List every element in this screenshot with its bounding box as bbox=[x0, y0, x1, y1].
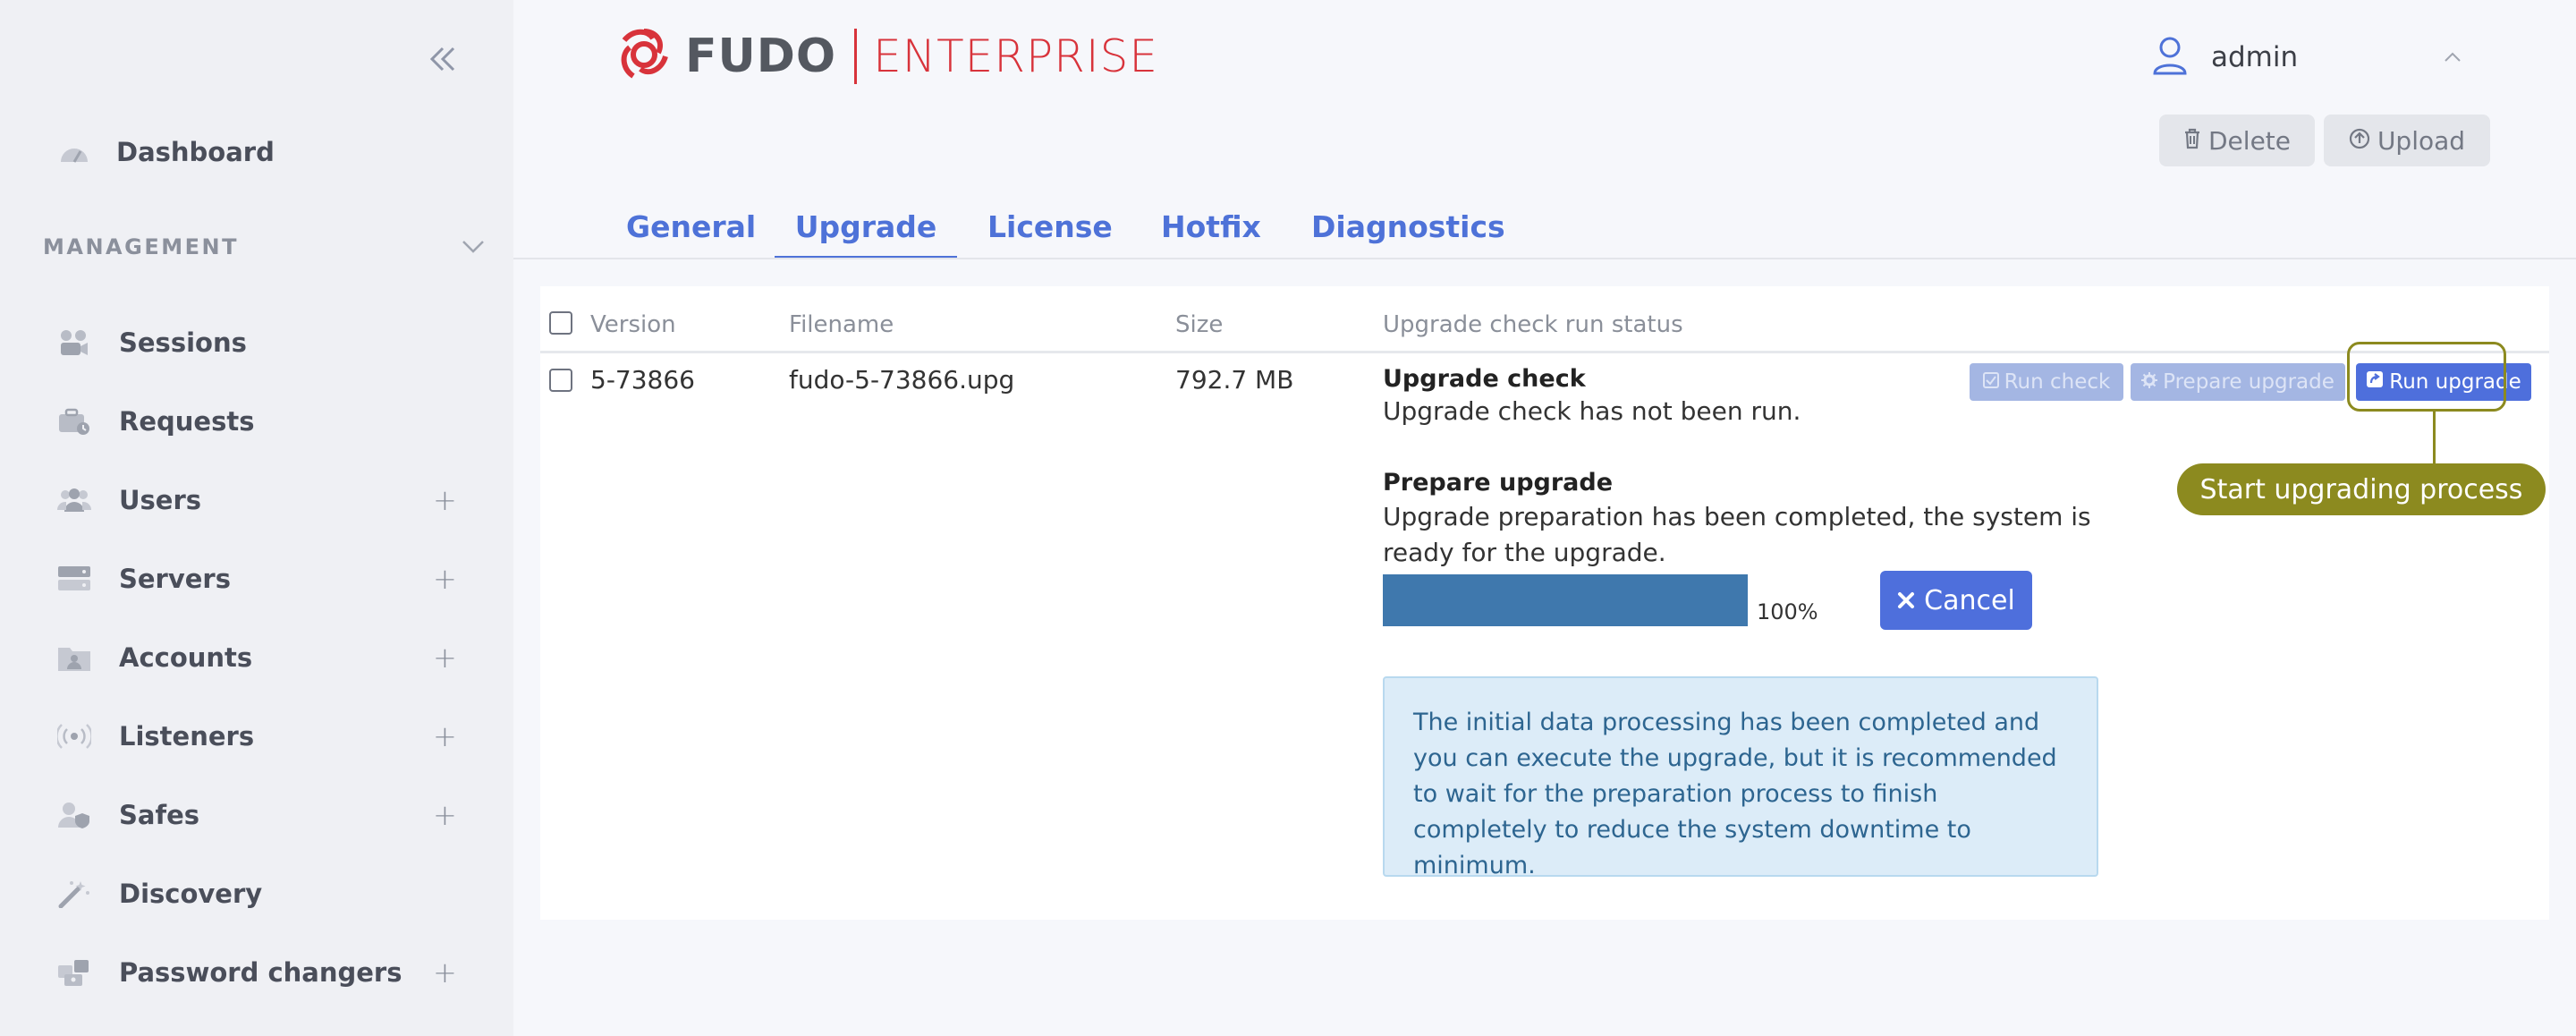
tab-diagnostics[interactable]: Diagnostics bbox=[1311, 199, 1505, 259]
sidebar-item-label: Requests bbox=[119, 406, 255, 437]
delete-label: Delete bbox=[2208, 125, 2291, 156]
sidebar-item-label: Servers bbox=[119, 564, 231, 594]
tab-license[interactable]: License bbox=[987, 199, 1113, 259]
sidebar-item-password-changers[interactable]: Password changers + bbox=[0, 940, 513, 1005]
row-version: 5-73866 bbox=[590, 365, 695, 395]
prepare-upgrade-label: Prepare upgrade bbox=[2163, 370, 2334, 394]
chevron-up-icon bbox=[2442, 47, 2463, 72]
sidebar-item-label: Password changers bbox=[119, 957, 402, 988]
sidebar-item-servers[interactable]: Servers + bbox=[0, 547, 513, 611]
close-icon bbox=[1897, 585, 1915, 616]
sidebar-item-label: Dashboard bbox=[116, 137, 275, 167]
sidebar-item-users[interactable]: Users + bbox=[0, 468, 513, 532]
sidebar-section-management[interactable]: MANAGEMENT bbox=[43, 231, 490, 263]
add-user-button[interactable]: + bbox=[433, 483, 457, 517]
sidebar-item-dashboard[interactable]: Dashboard bbox=[0, 120, 513, 184]
callout-label: Start upgrading process bbox=[2177, 463, 2546, 515]
upgrade-check-status: Upgrade check has not been run. bbox=[1383, 396, 1801, 426]
cancel-label: Cancel bbox=[1924, 584, 2015, 616]
sidebar-item-discovery[interactable]: Discovery bbox=[0, 862, 513, 926]
servers-icon bbox=[57, 564, 91, 594]
prepare-upgrade-status-line1: Upgrade preparation has been completed, … bbox=[1383, 502, 2091, 531]
brand-name: FUDO bbox=[685, 30, 837, 83]
prepare-upgrade-button[interactable]: Prepare upgrade bbox=[2131, 363, 2345, 401]
password-changers-icon bbox=[57, 957, 91, 988]
trash-icon bbox=[2183, 126, 2201, 156]
discovery-icon bbox=[57, 879, 91, 909]
safes-icon bbox=[57, 800, 91, 830]
brand-divider bbox=[854, 29, 858, 84]
check-square-icon bbox=[1982, 370, 1999, 394]
upload-button[interactable]: Upload bbox=[2324, 115, 2490, 166]
row-filename: fudo-5-73866.upg bbox=[789, 365, 1015, 395]
add-password-changer-button[interactable]: + bbox=[433, 955, 457, 989]
requests-icon bbox=[57, 406, 91, 437]
delete-button[interactable]: Delete bbox=[2159, 115, 2315, 166]
user-icon bbox=[2152, 36, 2188, 79]
column-header-version: Version bbox=[590, 311, 676, 338]
column-header-status: Upgrade check run status bbox=[1383, 311, 1683, 338]
sidebar-item-label: Sessions bbox=[119, 327, 247, 358]
user-name: admin bbox=[2211, 41, 2299, 73]
cancel-button[interactable]: Cancel bbox=[1880, 571, 2032, 630]
add-account-button[interactable]: + bbox=[433, 641, 457, 675]
sidebar-item-requests[interactable]: Requests bbox=[0, 389, 513, 454]
user-menu[interactable]: admin bbox=[2152, 32, 2461, 82]
tab-hotfix[interactable]: Hotfix bbox=[1161, 199, 1261, 259]
sidebar-item-sessions[interactable]: Sessions bbox=[0, 310, 513, 375]
column-header-size: Size bbox=[1175, 311, 1224, 338]
sidebar-item-safes[interactable]: Safes + bbox=[0, 783, 513, 847]
tab-divider bbox=[513, 258, 2576, 259]
prepare-progress-label: 100% bbox=[1757, 599, 1818, 624]
upload-icon bbox=[2349, 126, 2370, 156]
accounts-icon bbox=[57, 642, 91, 673]
sidebar-item-accounts[interactable]: Accounts + bbox=[0, 625, 513, 690]
sidebar-item-label: Listeners bbox=[119, 721, 255, 752]
upgrade-check-title: Upgrade check bbox=[1383, 365, 1586, 393]
column-header-filename: Filename bbox=[789, 311, 894, 338]
row-size: 792.7 MB bbox=[1175, 365, 1294, 395]
prepare-progress-bar bbox=[1383, 574, 1748, 626]
sidebar: Dashboard MANAGEMENT Sessions Requests U… bbox=[0, 0, 513, 1036]
upload-label: Upload bbox=[2377, 125, 2466, 156]
sidebar-item-listeners[interactable]: Listeners + bbox=[0, 704, 513, 769]
add-listener-button[interactable]: + bbox=[433, 719, 457, 753]
upgrade-panel: Version Filename Size Upgrade check run … bbox=[540, 286, 2549, 920]
callout-connector bbox=[2433, 412, 2436, 463]
add-server-button[interactable]: + bbox=[433, 562, 457, 596]
fudo-logo-icon bbox=[615, 26, 673, 87]
prepare-progress-fill bbox=[1383, 574, 1748, 626]
table-header-divider bbox=[540, 351, 2549, 353]
row-checkbox[interactable] bbox=[549, 369, 572, 392]
select-all-checkbox[interactable] bbox=[549, 311, 572, 335]
brand-logo[interactable]: FUDO ENTERPRISE bbox=[615, 27, 1158, 86]
prepare-upgrade-status-line2: ready for the upgrade. bbox=[1383, 538, 1666, 567]
prepare-upgrade-title: Prepare upgrade bbox=[1383, 469, 1614, 497]
sessions-icon bbox=[57, 327, 91, 358]
dashboard-icon bbox=[57, 137, 91, 167]
sidebar-item-label: Discovery bbox=[119, 879, 263, 909]
info-alert: The initial data processing has been com… bbox=[1383, 676, 2098, 879]
section-label: MANAGEMENT bbox=[43, 234, 239, 259]
users-icon bbox=[57, 485, 91, 515]
run-check-button[interactable]: Run check bbox=[1970, 363, 2123, 401]
listeners-icon bbox=[57, 721, 91, 752]
chevron-down-icon bbox=[460, 233, 487, 263]
collapse-sidebar-icon[interactable] bbox=[422, 43, 463, 84]
tab-general[interactable]: General bbox=[626, 199, 756, 259]
sidebar-item-label: Safes bbox=[119, 800, 200, 830]
sidebar-item-label: Accounts bbox=[119, 642, 253, 673]
tab-upgrade[interactable]: Upgrade bbox=[775, 199, 957, 259]
brand-edition: ENTERPRISE bbox=[873, 30, 1158, 82]
run-check-label: Run check bbox=[2004, 370, 2111, 394]
gear-icon bbox=[2141, 370, 2158, 394]
sidebar-item-label: Users bbox=[119, 485, 202, 515]
add-safe-button[interactable]: + bbox=[433, 798, 457, 832]
callout-highlight bbox=[2347, 342, 2506, 412]
